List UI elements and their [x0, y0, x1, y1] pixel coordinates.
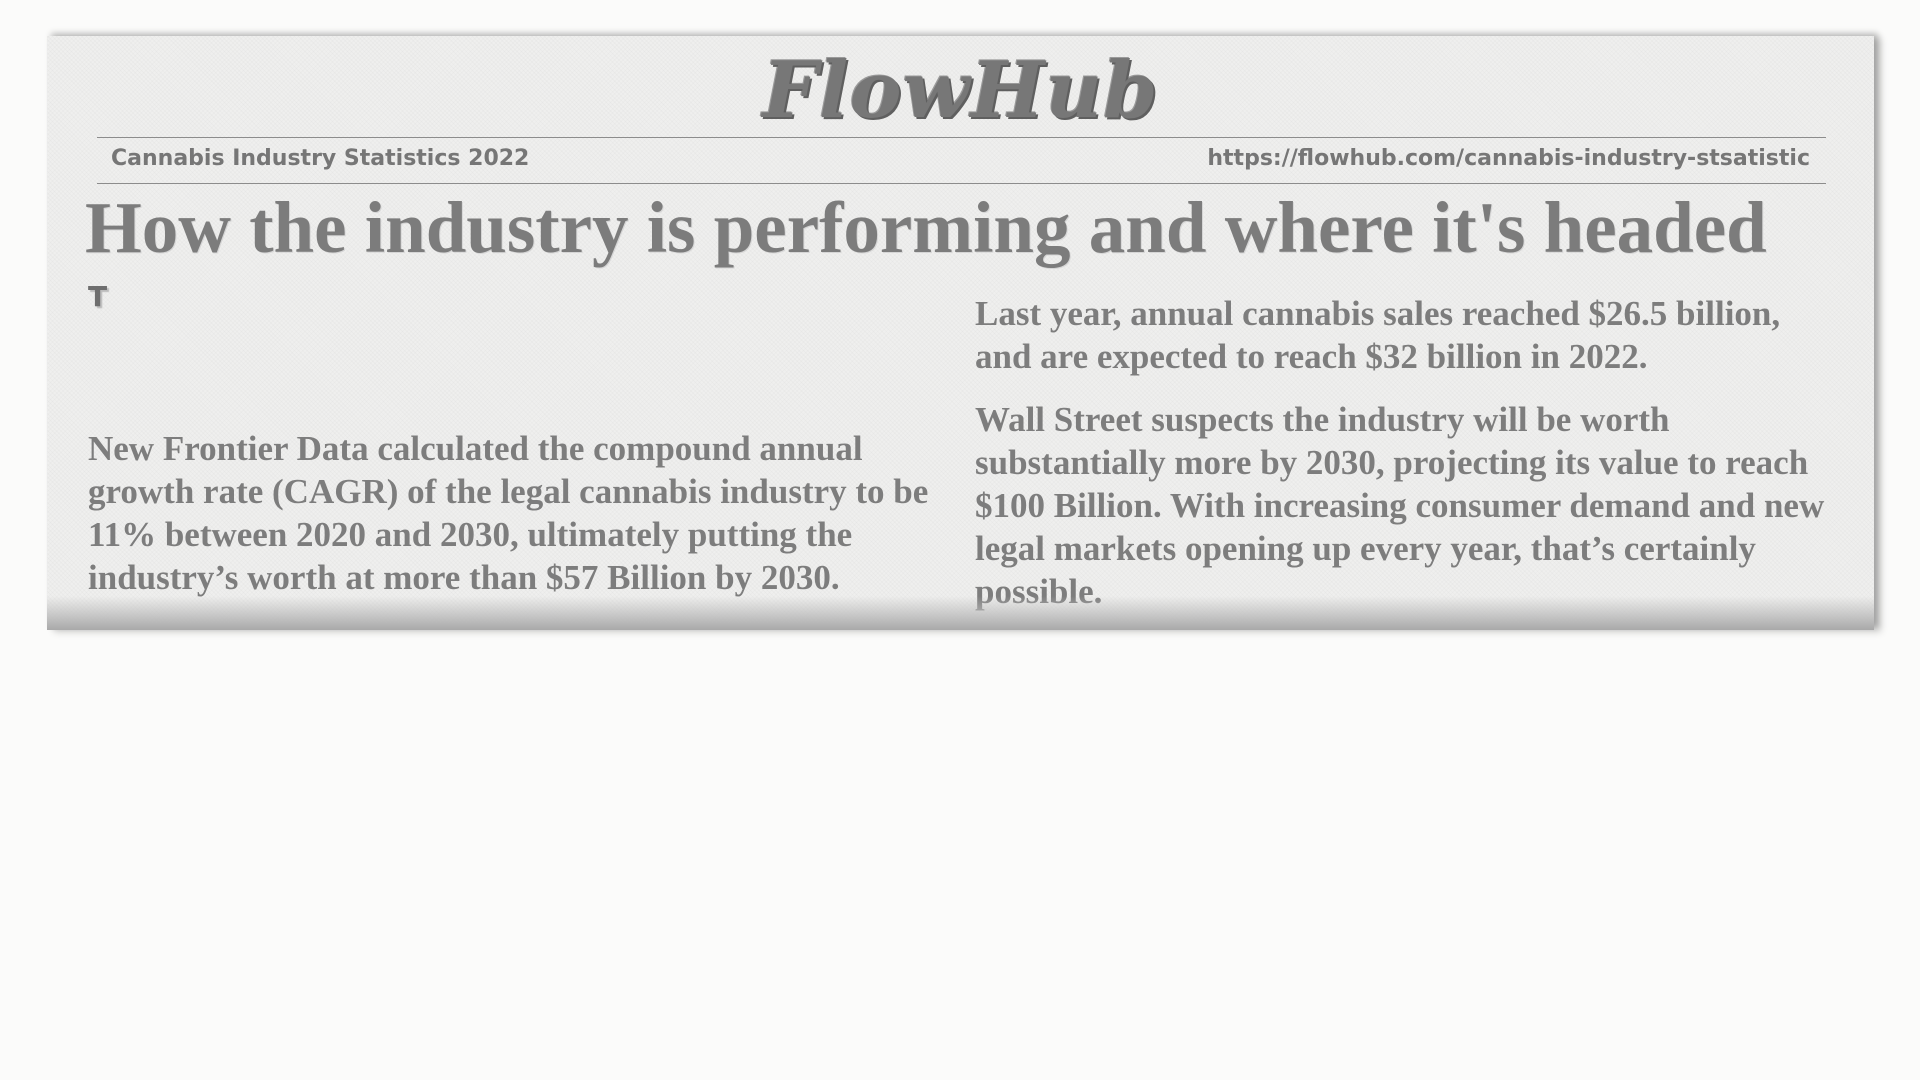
source-url[interactable]: https://flowhub.com/cannabis-industry-st… [1207, 148, 1810, 170]
masthead-top-rule [97, 137, 1826, 138]
newspaper-page: FlowHub Cannabis Industry Statistics 202… [47, 36, 1874, 630]
right-column-paragraph-2: Wall Street suspects the industry will b… [975, 400, 1825, 611]
article-headline: How the industry is performing and where… [85, 187, 1767, 268]
left-column-paragraph: New Frontier Data calculated the compoun… [88, 429, 929, 597]
issue-label: Cannabis Industry Statistics 2022 [111, 146, 530, 171]
drop-cap-letter: T [88, 280, 108, 313]
masthead-bottom-rule [97, 183, 1826, 184]
right-column-paragraph-1: Last year, annual cannabis sales reached… [975, 294, 1781, 376]
masthead-logo: FlowHub [762, 45, 1159, 136]
page-bottom-fade [47, 596, 1874, 630]
